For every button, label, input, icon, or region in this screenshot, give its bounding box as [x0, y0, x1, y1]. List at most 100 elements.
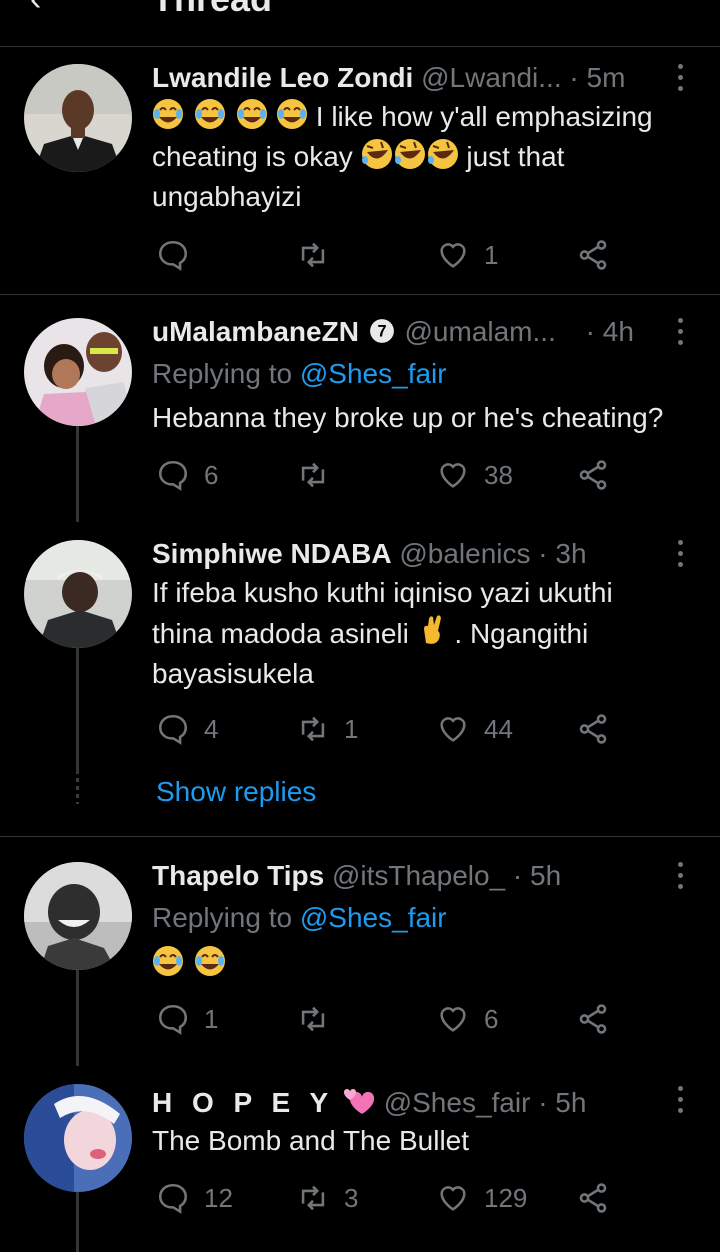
retweet-button[interactable]: 3 [296, 1178, 358, 1218]
tweet-text: ungabhayizi [152, 181, 302, 212]
tweet-header: uMalambaneZN 7 @umalam... · 4h [152, 316, 634, 348]
timestamp[interactable]: · 5h [538, 1087, 586, 1118]
reply-count: 6 [204, 459, 219, 490]
two-hearts-emoji [342, 1087, 384, 1118]
share-button[interactable] [576, 709, 624, 749]
reply-button[interactable]: 4 [156, 709, 218, 749]
like-button[interactable]: 129 [436, 1178, 527, 1218]
thread-line [76, 426, 79, 522]
share-button[interactable] [576, 999, 624, 1039]
svg-text:7: 7 [377, 322, 386, 340]
thread-line [76, 1192, 79, 1252]
share-icon [579, 1004, 607, 1034]
reply-button[interactable] [156, 235, 204, 275]
divider [0, 46, 720, 47]
reply-icon [158, 240, 188, 271]
reply-icon [158, 460, 188, 491]
tweet-text: Hebanna they broke up or he's cheating? [152, 402, 664, 433]
user-handle[interactable]: @Shes_fair [384, 1087, 531, 1118]
user-handle[interactable]: @umalam... [405, 316, 556, 347]
divider [0, 294, 720, 295]
mention-link[interactable]: @Shes_fair [300, 358, 447, 389]
user-handle[interactable]: @balenics [399, 538, 530, 569]
tweet-body [152, 944, 697, 984]
timestamp[interactable]: · 3h [538, 538, 586, 569]
share-icon [579, 240, 607, 270]
show-replies-link[interactable]: Show replies [156, 776, 316, 808]
timestamp[interactable]: · 5m [569, 62, 625, 93]
replying-to: Replying to @Shes_fair [152, 902, 447, 934]
timestamp[interactable]: · 5h [513, 860, 561, 891]
like-button[interactable]: 38 [436, 455, 513, 495]
reply-button[interactable]: 12 [156, 1178, 233, 1218]
display-name[interactable]: Lwandile Leo Zondi [152, 62, 413, 93]
divider [0, 836, 720, 837]
retweet-button[interactable]: 1 [296, 709, 358, 749]
retweet-button[interactable] [296, 455, 344, 495]
retweet-icon [301, 716, 325, 742]
more-options-icon[interactable] [672, 540, 688, 570]
tweet-header: Lwandile Leo Zondi @Lwandi... · 5m [152, 62, 625, 94]
replying-label: Replying to [152, 902, 293, 933]
avatar[interactable] [24, 1084, 132, 1192]
avatar[interactable] [24, 540, 132, 648]
like-button[interactable]: 6 [436, 999, 498, 1039]
share-button[interactable] [576, 1178, 624, 1218]
thread-more-indicator [76, 778, 79, 804]
display-name[interactable]: Thapelo Tips [152, 860, 324, 891]
tweet-text: I like how y'all emphasizing [315, 101, 653, 132]
tweet-actions: 4 1 44 [152, 709, 632, 749]
thread-line [76, 648, 79, 774]
like-button[interactable]: 1 [436, 235, 498, 275]
like-count: 6 [484, 1003, 499, 1034]
retweet-icon [301, 1185, 325, 1211]
avatar[interactable] [24, 862, 132, 970]
avatar[interactable] [24, 64, 132, 172]
more-options-icon[interactable] [672, 64, 688, 94]
heart-icon [440, 463, 466, 488]
timestamp[interactable]: · 4h [586, 316, 634, 347]
heart-icon [440, 717, 466, 742]
thread-line [76, 970, 79, 1066]
like-count: 129 [484, 1182, 528, 1213]
more-options-icon[interactable] [672, 318, 688, 348]
tweet-text: If ifeba kusho kuthi iqiniso yazi ukuthi [152, 577, 613, 608]
retweet-icon [301, 1006, 325, 1032]
like-button[interactable]: 44 [436, 709, 513, 749]
retweet-button[interactable] [296, 235, 344, 275]
avatar[interactable] [24, 318, 132, 426]
more-options-icon[interactable] [672, 1086, 688, 1116]
tweet-actions: 1 6 [152, 999, 632, 1039]
share-button[interactable] [576, 235, 624, 275]
heart-icon [440, 243, 466, 268]
tweet-actions: 12 3 129 [152, 1178, 632, 1218]
display-name[interactable]: uMalambaneZN [152, 316, 359, 347]
tweet-header: Thapelo Tips @itsThapelo_ · 5h [152, 860, 561, 892]
mention-link[interactable]: @Shes_fair [300, 902, 447, 933]
tweet-body: If ifeba kusho kuthi iqiniso yazi ukuthi… [152, 573, 697, 694]
like-count: 44 [484, 713, 513, 744]
display-name[interactable]: H O P E Y [152, 1087, 334, 1118]
crossed-fingers-emoji [417, 615, 455, 649]
reply-button[interactable]: 1 [156, 999, 218, 1039]
reply-icon [158, 1183, 188, 1214]
more-options-icon[interactable] [672, 862, 688, 892]
user-handle[interactable]: @Lwandi... [421, 62, 562, 93]
reply-count: 12 [204, 1182, 233, 1213]
tweet-text: The Bomb and The Bullet [152, 1125, 470, 1156]
reply-button[interactable]: 6 [156, 455, 218, 495]
back-arrow-icon[interactable]: ‹ [30, 0, 41, 19]
reply-icon [158, 1004, 188, 1035]
share-button[interactable] [576, 455, 624, 495]
user-handle[interactable]: @itsThapelo_ [332, 860, 505, 891]
retweet-icon [301, 462, 325, 488]
retweet-button[interactable] [296, 999, 344, 1039]
tweet-body: The Bomb and The Bullet [152, 1121, 697, 1161]
heart-icon [440, 1007, 466, 1032]
share-icon [579, 1183, 607, 1213]
like-count: 38 [484, 459, 513, 490]
reply-count: 4 [204, 713, 219, 744]
replying-label: Replying to [152, 358, 293, 389]
display-name[interactable]: Simphiwe NDABA [152, 538, 392, 569]
tweet-actions: 6 38 [152, 455, 632, 495]
